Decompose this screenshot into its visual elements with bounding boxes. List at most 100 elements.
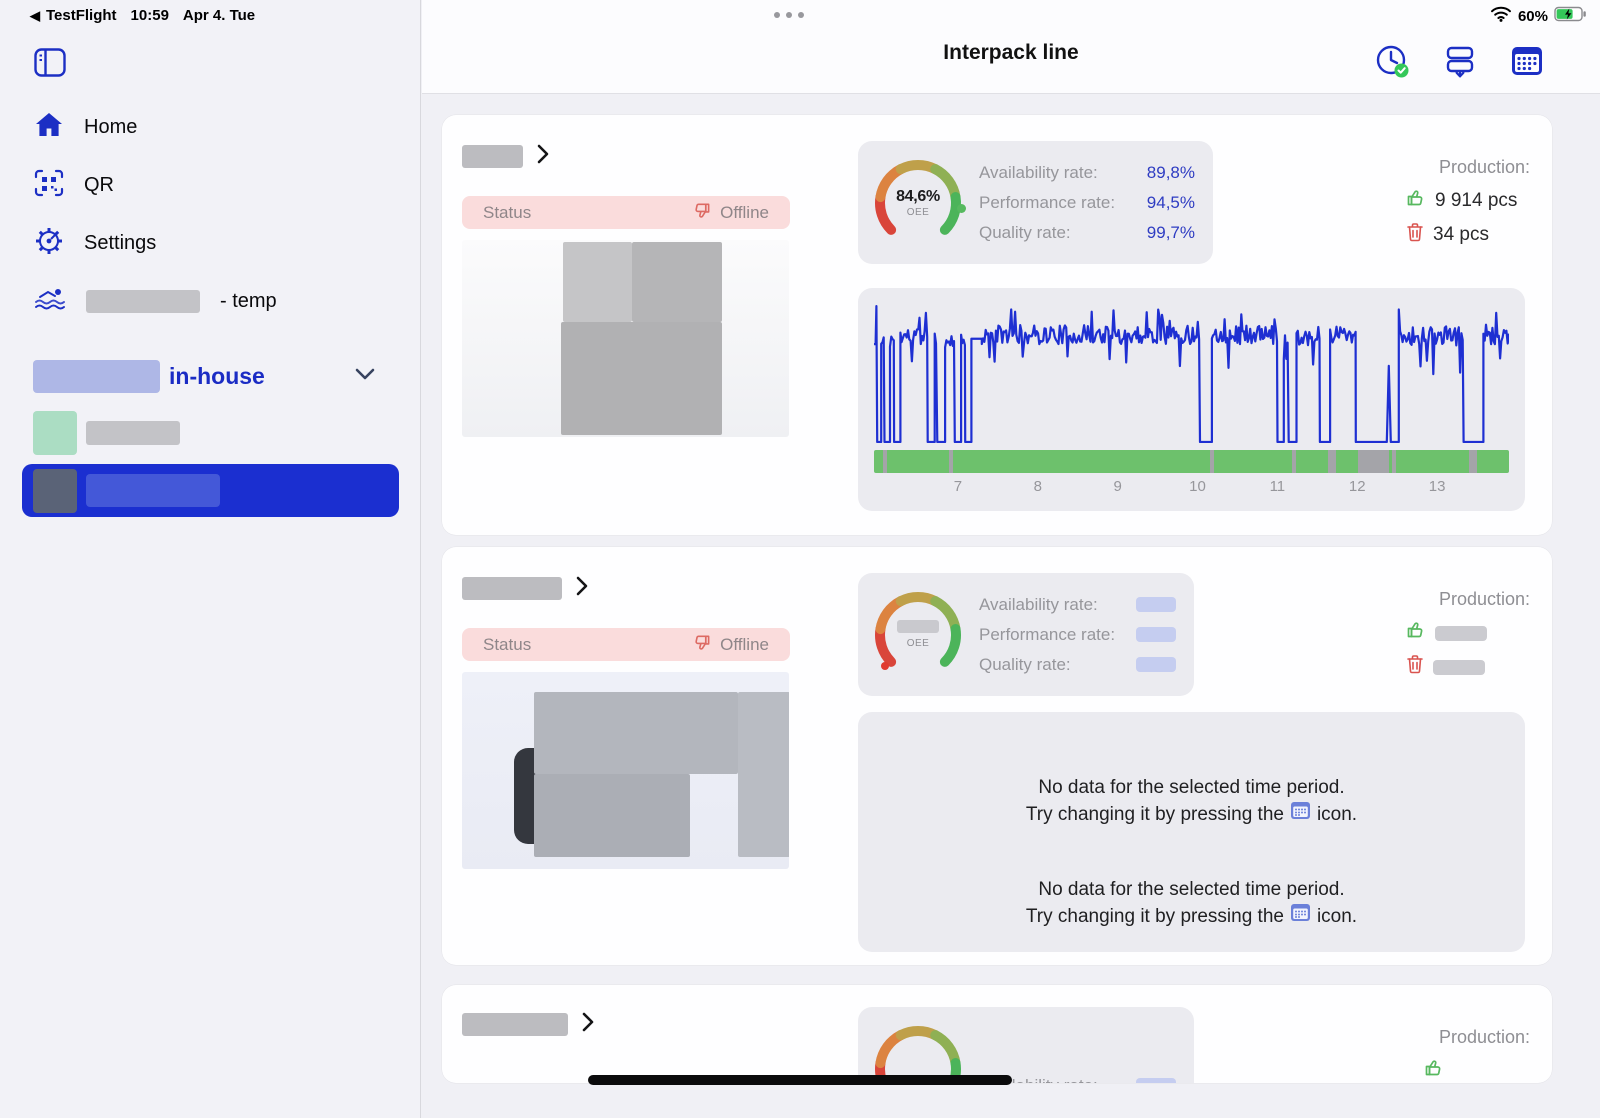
line-thumbnail [33,411,77,455]
status-badge: Status Offline [462,196,790,229]
layers-filter-icon [1442,68,1478,83]
status-value: Offline [720,203,769,223]
availability-stop-segment [1292,450,1296,473]
screen: ◀ TestFlight 10:59 Apr 4. Tue Home QR [0,0,1600,1118]
redacted-production-count [1435,626,1487,641]
redacted-photo-block [534,692,738,774]
swimmer-icon [34,285,66,318]
rate-label: Quality rate: [979,655,1071,675]
status-date: Apr 4. Tue [183,7,255,24]
rate-value: 99,7% [1147,223,1195,243]
gear-icon [34,226,64,261]
chart-ticks: 78910111213 [874,478,1509,498]
main-content: Interpack line [422,0,1600,1118]
production-panel: Production: 9 914 pcs 34 pcs [1406,157,1530,256]
redacted-oee-value [897,620,939,633]
redacted-machine-name [86,290,200,313]
oee-gauge [872,1023,964,1084]
no-data-line2-suffix: icon. [1317,903,1357,930]
production-panel: Production: [1406,1027,1530,1083]
availability-stop-segment [1328,450,1337,473]
availability-strip [874,450,1509,473]
home-indicator[interactable] [588,1075,1012,1085]
redacted-company-name [33,360,160,393]
rate-label: Availability rate: [979,595,1098,615]
sidebar-section-inhouse[interactable]: in-house [33,358,393,394]
back-to-app-icon[interactable]: ◀ [30,8,40,24]
redacted-photo-block [534,774,690,857]
chart-tick-label: 7 [954,478,962,495]
machine-photo [462,672,789,869]
calendar-inline-icon [1290,903,1311,930]
header-actions [1375,44,1545,80]
availability-stop-segment [1358,450,1389,473]
chart-tick-label: 13 [1429,478,1446,495]
chart-tick-label: 12 [1349,478,1366,495]
chevron-right-icon [537,144,549,169]
machine-card-header[interactable] [462,576,588,601]
clock-check-icon [1375,68,1411,83]
calendar-button[interactable] [1509,44,1545,80]
thumbs-up-icon [1406,620,1426,646]
sidebar-line-item[interactable] [33,411,180,455]
redacted-machine-title [462,145,523,168]
status-bar-right: 60% [1490,6,1587,26]
oee-label: OEE [907,638,930,649]
sidebar-line-item-selected[interactable] [22,464,399,517]
oee-label: OEE [907,207,930,218]
production-panel: Production: [1406,589,1530,688]
trash-icon [1406,222,1424,248]
production-label: Production: [1406,1027,1530,1048]
calendar-icon [1509,66,1545,81]
sidebar-toggle-icon [34,65,66,80]
thumbs-up-icon [1424,1058,1444,1083]
no-data-line1: No data for the selected time period. [858,774,1525,801]
status-bar-left: ◀ TestFlight 10:59 Apr 4. Tue [30,7,255,24]
speed-chart-svg [874,298,1509,446]
line-thumbnail [33,469,77,513]
sidebar-item-home[interactable]: Home [34,110,137,144]
chart-tick-label: 9 [1113,478,1121,495]
production-label: Production: [1406,157,1530,178]
chevron-down-icon[interactable] [355,367,375,385]
redacted-line-name [86,421,180,445]
sidebar-item-label: Home [84,116,137,139]
no-data-line2-suffix: icon. [1317,801,1357,828]
sidebar-item-settings[interactable]: Settings [34,226,156,260]
sidebar-toggle-button[interactable] [34,48,66,80]
chart-tick-label: 11 [1270,478,1286,495]
redacted-rate-value [1136,657,1176,672]
rate-value: 89,8% [1147,163,1195,183]
no-data-line2-prefix: Try changing it by pressing the [1026,801,1284,828]
availability-stop-segment [1469,450,1477,473]
redacted-line-name [86,474,220,507]
status-label: Status [483,635,531,655]
rate-label: Quality rate: [979,223,1071,243]
chart-tick-label: 8 [1034,478,1042,495]
status-label: Status [483,203,531,223]
speed-chart-polyline [874,306,1509,442]
machine-card-header[interactable] [462,144,549,169]
availability-stop-segment [1392,450,1396,473]
production-label: Production: [1406,589,1530,610]
back-to-app-label[interactable]: TestFlight [46,7,117,24]
production-good-count: 9 914 pcs [1435,190,1517,212]
machine-card-2: Status Offline [442,547,1552,965]
sidebar-item-qr[interactable]: QR [34,168,114,202]
sidebar-item-label: QR [84,174,114,197]
redacted-photo-block [561,322,722,435]
redacted-machine-title [462,1013,568,1036]
oee-panel: 84,6% OEE Availability rate:89,8% Perfor… [858,141,1213,264]
time-filter-button[interactable] [1375,44,1411,80]
machine-card-header[interactable] [462,1012,594,1037]
machine-card-1: Status Offline [442,115,1552,535]
sidebar-item-temp[interactable]: - temp [34,284,277,318]
redacted-photo-block [632,242,722,322]
sidebar-item-label: Settings [84,232,156,255]
rate-label: Performance rate: [979,625,1115,645]
rate-value: 94,5% [1147,193,1195,213]
no-data-message: No data for the selected time period. Tr… [858,774,1525,828]
redacted-machine-title [462,577,562,600]
group-filter-button[interactable] [1442,44,1478,80]
chevron-right-icon [582,1012,594,1037]
